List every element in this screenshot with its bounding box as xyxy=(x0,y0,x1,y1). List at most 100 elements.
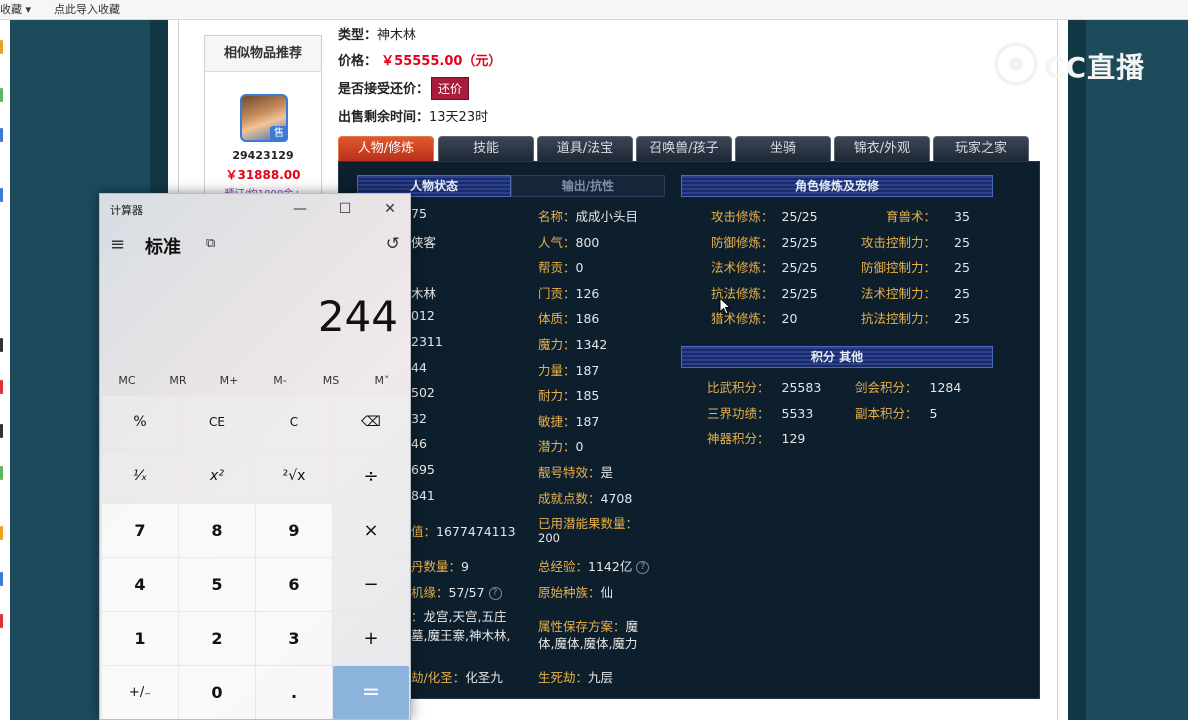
row-label: 攻击修炼： xyxy=(711,209,774,224)
type-label: 类型： xyxy=(338,28,378,43)
row-value: 129 xyxy=(781,431,806,446)
digit-6-button[interactable]: 6 xyxy=(256,558,332,611)
ms-button[interactable]: MS xyxy=(306,374,356,387)
mc-button[interactable]: MC xyxy=(102,374,152,387)
decimal-button[interactable]: . xyxy=(256,666,332,719)
achievement-row: 成就点数：4708 xyxy=(538,488,632,507)
memory-list-button[interactable]: M˅ xyxy=(357,374,407,387)
keep-on-top-icon[interactable]: ⧉ xyxy=(206,236,215,251)
constitution-row: 体质：186 xyxy=(538,308,599,327)
square-button[interactable]: x² xyxy=(179,450,255,503)
merit-row: 三界功绩： 5533 xyxy=(707,403,813,422)
row-value: 1342 xyxy=(575,337,608,352)
app-icon[interactable] xyxy=(0,40,3,54)
row-label: 属性保存方案： xyxy=(538,619,626,634)
app-icon[interactable] xyxy=(0,338,3,352)
import-bookmarks-link[interactable]: 点此导入收藏 xyxy=(54,1,120,19)
history-icon[interactable]: ↺ xyxy=(386,234,400,254)
tab-pets[interactable]: 召唤兽/孩子 xyxy=(636,136,732,161)
similar-item-avatar[interactable]: 售 xyxy=(240,94,288,142)
digit-8-button[interactable]: 8 xyxy=(179,504,255,557)
digit-9-button[interactable]: 9 xyxy=(256,504,332,557)
digit-0-button[interactable]: 0 xyxy=(179,666,255,719)
row-value: 800 xyxy=(575,235,600,250)
percent-button[interactable]: % xyxy=(102,396,178,449)
app-icon[interactable] xyxy=(0,128,3,142)
race-row: 原始种族：仙 xyxy=(538,582,613,601)
potential-fruit-value: 200 xyxy=(538,531,560,545)
menu-icon[interactable]: ≡ xyxy=(110,234,125,255)
row-value: 187 xyxy=(575,414,600,429)
tab-character[interactable]: 人物/修炼 xyxy=(338,136,434,161)
sqrt-button[interactable]: ²√x xyxy=(256,450,332,503)
app-icon[interactable] xyxy=(0,526,3,540)
tab-skills[interactable]: 技能 xyxy=(438,136,534,161)
app-icon[interactable] xyxy=(0,572,3,586)
calculator-mode: 标准 xyxy=(145,237,181,258)
attack-control-row: 攻击控制力： 25 xyxy=(861,232,970,251)
mr-button[interactable]: MR xyxy=(153,374,203,387)
strength-row: 力量：187 xyxy=(538,360,599,379)
reciprocal-button[interactable]: ¹⁄ₓ xyxy=(102,450,178,503)
col1-value: 32 xyxy=(411,411,427,426)
points-header: 积分 其他 xyxy=(681,346,993,368)
maximize-button[interactable]: ☐ xyxy=(325,198,365,222)
clear-entry-button[interactable]: CE xyxy=(179,396,255,449)
price-label: 价格： xyxy=(338,54,378,69)
digit-7-button[interactable]: 7 xyxy=(102,504,178,557)
tab-outfits[interactable]: 锦衣/外观 xyxy=(834,136,930,161)
output-resist-header[interactable]: 输出/抗性 xyxy=(511,175,665,197)
app-icon[interactable] xyxy=(0,614,3,628)
tab-player-home[interactable]: 玩家之家 xyxy=(933,136,1029,161)
row-label: 帮贡： xyxy=(538,260,576,275)
minimize-button[interactable]: — xyxy=(280,198,320,222)
row-value: 25/25 xyxy=(781,260,818,275)
col1-value: 695 xyxy=(411,462,435,477)
potential-fruit-row: 已用潜能果数量： xyxy=(538,513,638,532)
digit-3-button[interactable]: 3 xyxy=(256,612,332,665)
divide-button[interactable]: ÷ xyxy=(333,450,409,503)
digit-5-button[interactable]: 5 xyxy=(179,558,255,611)
app-icon[interactable] xyxy=(0,88,3,102)
row-value: 0 xyxy=(575,260,584,275)
clear-button[interactable]: C xyxy=(256,396,332,449)
calculator-window[interactable]: 计算器 — ☐ ✕ ≡ 标准 ⧉ ↺ 244 MC MR M+ M- MS M˅… xyxy=(99,193,411,720)
add-button[interactable]: + xyxy=(333,612,409,665)
app-icon[interactable] xyxy=(0,188,3,202)
m-plus-button[interactable]: M+ xyxy=(204,374,254,387)
row-label: 育兽术： xyxy=(885,209,936,224)
price-row: 价格： ￥55555.00（元） xyxy=(338,50,501,69)
row-label: 剑会积分： xyxy=(855,380,918,395)
m-minus-button[interactable]: M- xyxy=(255,374,305,387)
help-icon[interactable]: ? xyxy=(636,561,650,574)
app-icon[interactable] xyxy=(0,424,3,438)
tab-mounts[interactable]: 坐骑 xyxy=(735,136,831,161)
digit-4-button[interactable]: 4 xyxy=(102,558,178,611)
equals-button[interactable]: = xyxy=(333,666,409,719)
help-icon[interactable]: ? xyxy=(488,587,502,600)
subtract-button[interactable]: − xyxy=(333,558,409,611)
multiply-button[interactable]: × xyxy=(333,504,409,557)
resist-control-row: 抗法控制力： 25 xyxy=(861,308,970,327)
price-value: ￥55555.00（元） xyxy=(381,54,502,69)
agility-row: 敏捷：187 xyxy=(538,411,599,430)
digit-1-button[interactable]: 1 xyxy=(102,612,178,665)
row-label: 法术修炼： xyxy=(711,260,774,275)
tab-items[interactable]: 道具/法宝 xyxy=(537,136,633,161)
beast-taming-row: 育兽术： 35 xyxy=(861,206,971,225)
backspace-button[interactable]: ⌫ xyxy=(333,396,409,449)
app-icon[interactable] xyxy=(0,380,3,394)
haggle-button[interactable]: 还价 xyxy=(431,77,470,100)
bookmarks-menu[interactable]: 收藏 ▾ xyxy=(0,1,31,19)
similar-item-id[interactable]: 29423129 xyxy=(205,149,321,162)
digit-2-button[interactable]: 2 xyxy=(179,612,255,665)
negate-button[interactable]: +/₋ xyxy=(102,666,178,719)
col1-value: 侠客 xyxy=(411,235,437,250)
row-value: 魔 xyxy=(625,619,639,634)
app-icon[interactable] xyxy=(0,466,3,480)
calculator-title: 计算器 xyxy=(110,204,143,217)
magic-row: 魔力：1342 xyxy=(538,334,607,353)
close-button[interactable]: ✕ xyxy=(370,198,410,222)
remaining-row: 出售剩余时间：13天23时 xyxy=(338,106,488,125)
row-label: ： xyxy=(411,609,424,624)
